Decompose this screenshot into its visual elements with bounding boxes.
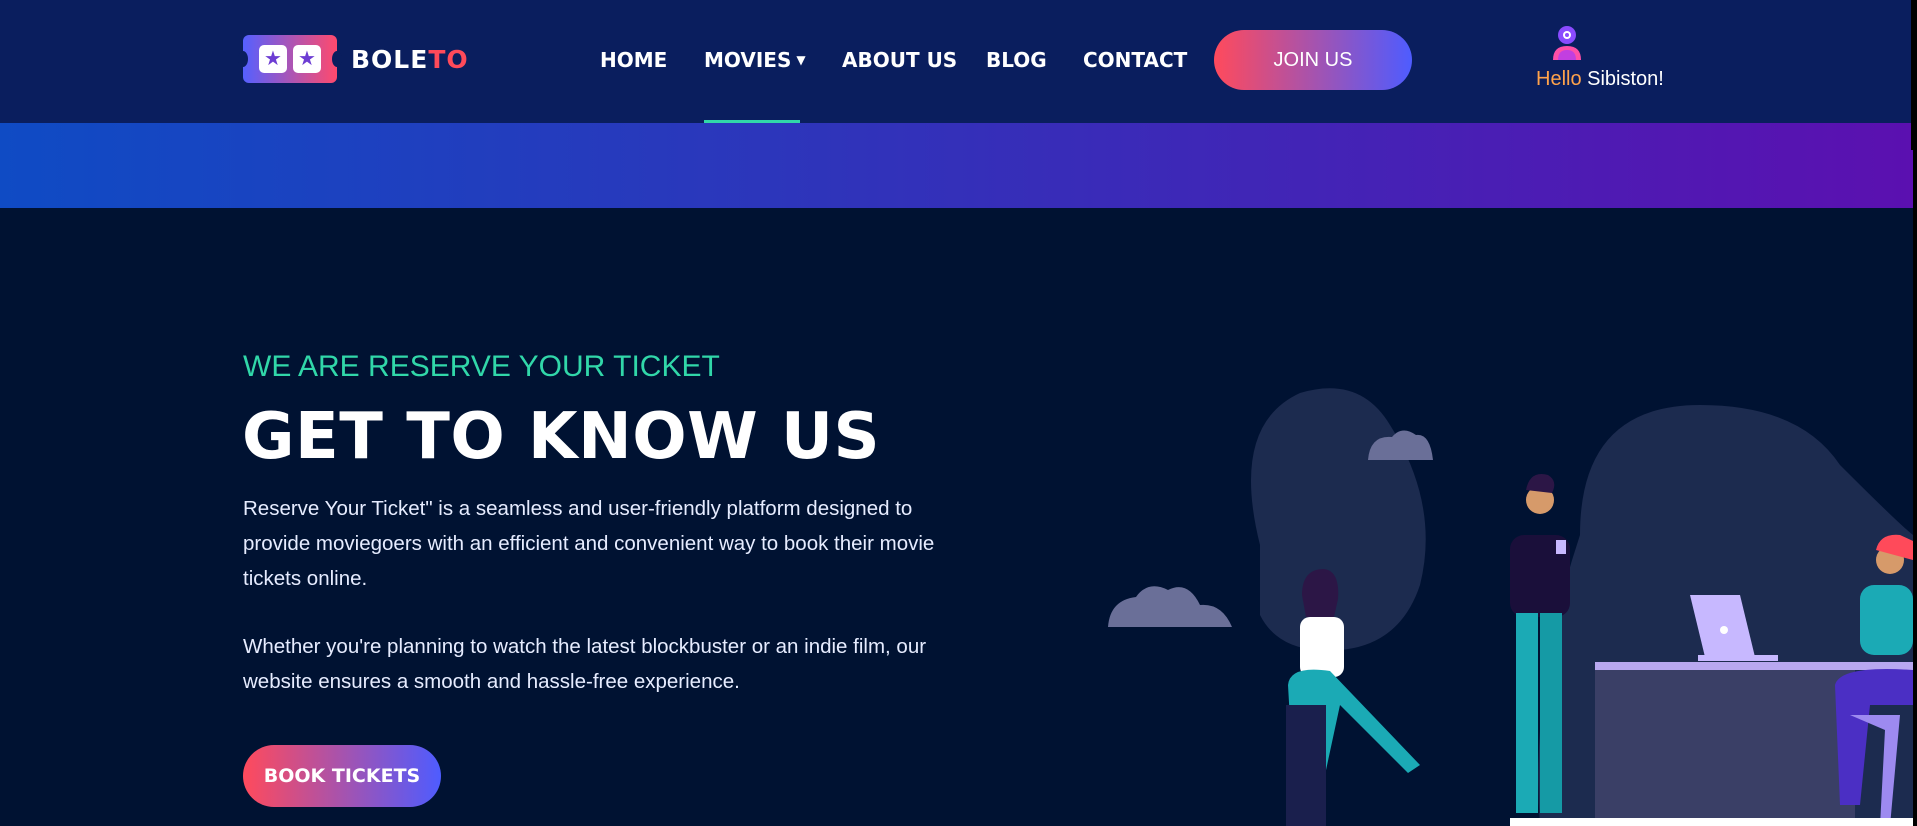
section-title: GET TO KNOW US: [242, 400, 881, 474]
user-avatar-icon[interactable]: [1550, 24, 1584, 60]
brand-name: BOLETO: [351, 45, 469, 74]
ticket-logo-icon: ★ ★: [238, 35, 342, 83]
star-icon: ★: [293, 45, 321, 73]
gradient-banner: [0, 123, 1913, 208]
scrollbar-thumb[interactable]: [1911, 0, 1917, 150]
nav-item-movies[interactable]: MOVIES ▼: [704, 48, 806, 72]
intro-paragraph: Reserve Your Ticket" is a seamless and u…: [243, 497, 935, 590]
book-tickets-button[interactable]: BOOK TICKETS: [243, 745, 441, 807]
greeting-username: Sibiston!: [1587, 68, 1664, 90]
people-booking-illustration: [1108, 388, 1913, 826]
star-icon: ★: [259, 45, 287, 73]
brand-name-red: TO: [428, 44, 469, 74]
section-subtitle: WE ARE RESERVE YOUR TICKET: [243, 350, 720, 383]
nav-item-about-us[interactable]: ABOUT US: [842, 48, 957, 72]
nav-item-movies-label: MOVIES: [704, 48, 792, 72]
nav-item-contact[interactable]: CONTACT: [1083, 48, 1187, 72]
chevron-down-icon: ▼: [796, 53, 806, 67]
nav-item-blog[interactable]: BLOG: [986, 48, 1047, 72]
greeting-hello: Hello: [1536, 68, 1582, 90]
join-us-button[interactable]: JOIN US: [1214, 30, 1412, 90]
user-greeting[interactable]: Hello Sibiston!: [1536, 68, 1664, 91]
brand-logo[interactable]: ★ ★ BOLETO: [238, 35, 469, 83]
brand-name-white: BOLE: [351, 44, 429, 74]
nav-item-home[interactable]: HOME: [600, 48, 667, 72]
detail-paragraph: Whether you're planning to watch the lat…: [243, 635, 927, 693]
white-floor-strip: [1510, 818, 1913, 826]
